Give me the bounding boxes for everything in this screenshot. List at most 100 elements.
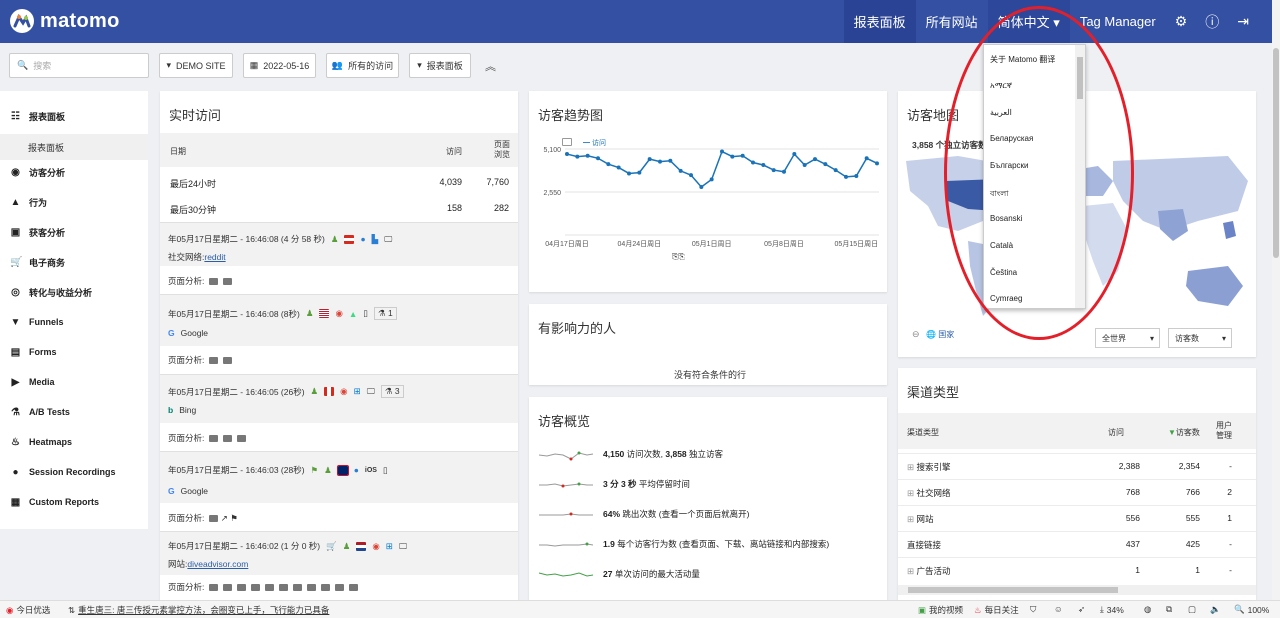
page-scrollbar[interactable] bbox=[1272, 0, 1280, 600]
sidebar-item-label: Media bbox=[29, 377, 55, 387]
sparkline bbox=[538, 572, 594, 577]
region-select[interactable]: 全世界 ▾ bbox=[1095, 328, 1160, 348]
gear-icon[interactable]: ⚙ bbox=[1166, 0, 1197, 43]
visit-entry[interactable]: 年05月17日星期二 - 16:46:08 (8秒) ♟ ◉ ▲ ▯ ⚗ 1 G… bbox=[160, 294, 518, 346]
visit-entry[interactable]: 年05月17日星期二 - 16:46:02 (1 分 0 秒) 🛒 ♟ ◉ ⊞ … bbox=[160, 531, 518, 575]
sign-out-icon[interactable]: ⇥ bbox=[1228, 0, 1258, 43]
table-row[interactable]: 直接链接 437 425 - bbox=[898, 531, 1256, 557]
news-icon: ⇅ bbox=[68, 604, 76, 615]
visitor-profile-icon[interactable]: ♟ bbox=[311, 386, 319, 397]
table-row[interactable]: ⊞ 社交网络 768 766 2 bbox=[898, 479, 1256, 505]
scrollbar-thumb[interactable] bbox=[908, 587, 1118, 593]
sidebar-item-session-recordings[interactable]: ● Session Recordings bbox=[0, 457, 148, 487]
sidebar-item-funnels[interactable]: ▼ Funnels bbox=[0, 307, 148, 337]
overview-row: 1.9 每个访客行为数 (查看页面、下载、离站链接和内部搜索) bbox=[537, 534, 829, 554]
zoom-icon: 🔍 bbox=[1234, 604, 1245, 614]
collapse-icon[interactable]: ︽ bbox=[485, 58, 496, 74]
shield-icon[interactable]: ⛉ bbox=[1030, 604, 1036, 615]
rocket-icon[interactable]: ➶ bbox=[1078, 604, 1085, 615]
nav-dashboard[interactable]: 报表面板 bbox=[843, 0, 916, 43]
download-progress[interactable]: ⤓ 34% bbox=[1100, 604, 1124, 615]
folder-icon bbox=[209, 515, 219, 523]
site-selector[interactable]: ▾ DEMO SITE bbox=[159, 53, 233, 78]
daily-picks[interactable]: ◉ 今日优选 bbox=[6, 604, 50, 616]
sidebar-item-ab-tests[interactable]: ⚗ A/B Tests bbox=[0, 397, 148, 427]
dashboard-selector[interactable]: ▾ 报表面板 bbox=[409, 53, 471, 78]
source-link[interactable]: diveadvisor.com bbox=[187, 559, 248, 569]
page-zoom[interactable]: 🔍 100% bbox=[1234, 604, 1269, 615]
sidebar-item-visitors[interactable]: ◉ 访客分析 bbox=[0, 157, 148, 187]
visit-entry[interactable]: 年05月17日星期二 - 16:46:03 (28秒) ⚑ ♟ ● iOS ▯ … bbox=[160, 451, 518, 503]
sidebar-item-ecommerce[interactable]: 🛒 电子商务 bbox=[0, 247, 148, 277]
channel-horizontal-scrollbar[interactable] bbox=[898, 585, 1256, 595]
folder-icon bbox=[223, 357, 233, 365]
visitor-profile-icon[interactable]: ♟ bbox=[343, 541, 351, 552]
country-link[interactable]: 🌐 国家 bbox=[926, 329, 954, 340]
window-icon[interactable]: ▢ bbox=[1188, 604, 1196, 615]
row-visitors: 425 bbox=[1185, 539, 1200, 549]
series-points bbox=[565, 149, 879, 189]
col-visits[interactable]: 访问 bbox=[1108, 427, 1124, 438]
folder-icon bbox=[279, 584, 289, 592]
sidebar-item-dashboard[interactable]: ☷ 报表面板 bbox=[0, 101, 148, 131]
matomo-logo[interactable]: matomo bbox=[10, 9, 120, 33]
chevron-down-icon: ▾ bbox=[1149, 333, 1154, 343]
col-visitors[interactable]: ▼访客数 bbox=[1168, 427, 1200, 438]
page-actions-label: 页面分析: bbox=[168, 432, 247, 444]
source-link[interactable]: reddit bbox=[204, 252, 225, 262]
sidebar-item-goals[interactable]: ◎ 转化与收益分析 bbox=[0, 277, 148, 307]
date-selector[interactable]: ▦ 2022-05-16 bbox=[243, 53, 316, 78]
page-scrollbar-thumb[interactable] bbox=[1273, 48, 1279, 258]
calendar-icon: ▦ bbox=[249, 60, 259, 70]
volume-icon[interactable]: 🔈 bbox=[1210, 604, 1221, 615]
source-name: Google bbox=[180, 328, 209, 338]
search-icon: 🔍 bbox=[17, 60, 29, 70]
sort-desc-icon: ▼ bbox=[1168, 428, 1176, 437]
col-user[interactable]: 用户 管理 bbox=[1216, 421, 1232, 441]
metric-select[interactable]: 访客数 ▾ bbox=[1168, 328, 1232, 348]
search-input[interactable]: 🔍 搜索 bbox=[9, 53, 149, 78]
visitor-profile-icon[interactable]: ♟ bbox=[324, 465, 332, 476]
export-icon[interactable]: ⎘⎘ bbox=[672, 252, 685, 262]
visit-entry[interactable]: 年05月17日星期二 - 16:46:08 (4 分 58 秒) ♟ ● ▙ 🖵… bbox=[160, 222, 518, 266]
dashboard-selector-label: 报表面板 bbox=[426, 61, 463, 71]
sidebar-item-forms[interactable]: ▤ Forms bbox=[0, 337, 148, 367]
table-row[interactable]: ⊞ 网站 556 555 1 bbox=[898, 505, 1256, 531]
zoom-out-icon[interactable]: ⊖ bbox=[912, 329, 920, 340]
row-label: 最后24小时 bbox=[170, 179, 217, 189]
my-videos[interactable]: ▣ 我的视频 bbox=[918, 604, 963, 616]
action-count-badge: ⚗ 3 bbox=[380, 385, 404, 398]
visit-entry[interactable]: 年05月17日星期二 - 16:46:05 (26秒) ♟ ◉ ⊞ 🖵 ⚗ 3 … bbox=[160, 374, 518, 423]
col-views: 页面 浏览 bbox=[494, 140, 510, 159]
form-icon: ▤ bbox=[10, 346, 21, 358]
data-point bbox=[616, 165, 621, 170]
video-icon: ▣ bbox=[918, 604, 927, 615]
segment-selector[interactable]: 👥 所有的访问 bbox=[326, 53, 399, 78]
table-row[interactable]: ⊞ 广告活动 1 1 - bbox=[898, 557, 1256, 583]
sidebar-item-acquisition[interactable]: ▣ 获客分析 bbox=[0, 217, 148, 247]
table-row[interactable]: ⊞ 搜索引擎 2,388 2,354 - bbox=[898, 453, 1256, 479]
usa-flag-icon bbox=[319, 309, 330, 318]
sidebar-item-media[interactable]: ▶ Media bbox=[0, 367, 148, 397]
daily-follow[interactable]: ♨ 每日关注 bbox=[974, 604, 1019, 616]
info-icon[interactable]: ⓘ bbox=[1196, 0, 1228, 43]
row-visits: 437 bbox=[1125, 539, 1140, 549]
visit-source-line: 社交网络: reddit bbox=[168, 251, 226, 263]
smile-icon[interactable]: ☺ bbox=[1054, 604, 1063, 614]
screenshot-icon[interactable]: ⧉ bbox=[1166, 604, 1172, 615]
sidebar-item-heatmaps[interactable]: ♨ Heatmaps bbox=[0, 427, 148, 457]
sidebar-item-label: 转化与收益分析 bbox=[29, 287, 93, 298]
sidebar-item-label: Funnels bbox=[29, 317, 64, 327]
sidebar-item-behaviour[interactable]: ▲ 行为 bbox=[0, 187, 148, 217]
nav-all-websites[interactable]: 所有网站 bbox=[916, 0, 988, 43]
headphone-icon[interactable]: ◍ bbox=[1144, 604, 1151, 615]
news-ticker[interactable]: ⇅ 重生唐三: 唐三传授元素掌控方法，会圈变已上手，飞行能力已具备 bbox=[68, 604, 329, 616]
col-channel-type[interactable]: 渠道类型 bbox=[907, 427, 939, 438]
visitor-profile-icon[interactable]: ♟ bbox=[331, 234, 339, 245]
visitor-profile-icon[interactable]: ♟ bbox=[306, 308, 314, 319]
sidebar-item-custom-reports[interactable]: ▦ Custom Reports bbox=[0, 487, 148, 517]
page-actions-label: 页面分析: bbox=[168, 581, 359, 593]
flask-icon: ⚗ bbox=[11, 406, 20, 418]
data-point bbox=[678, 168, 683, 173]
x-tick-label: 05月8日周日 bbox=[764, 240, 804, 248]
